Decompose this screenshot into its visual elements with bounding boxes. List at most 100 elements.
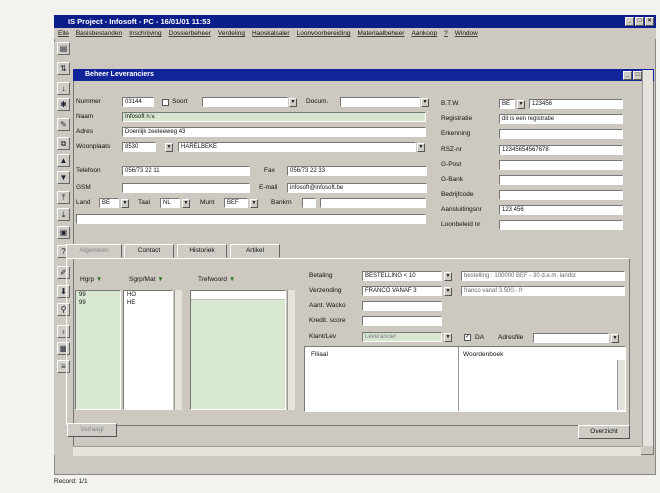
maximize-icon[interactable]: □ (635, 17, 644, 26)
munt-field[interactable]: BEF (224, 198, 248, 208)
aansluiting-field[interactable]: 123 456 (499, 205, 623, 215)
land-dropdown-icon[interactable]: ▼ (121, 199, 129, 208)
vertical-scrollbar[interactable] (642, 70, 653, 446)
arrow-down-icon[interactable]: ▼ (57, 171, 70, 184)
fax-field[interactable]: 056/73 22 33 (287, 166, 427, 176)
menu-item-haoskalsaler[interactable]: Haoskalsaler (252, 28, 290, 39)
munt-dropdown-icon[interactable]: ▼ (250, 199, 258, 208)
btw-field[interactable]: 123456 (529, 99, 623, 109)
btw-dropdown-icon[interactable]: ▼ (517, 100, 525, 109)
klantlev-field[interactable]: Leverancier (362, 332, 442, 342)
sort-asc-icon[interactable]: ↓ (57, 82, 70, 95)
loonbeleid-field[interactable] (499, 220, 623, 230)
tab-historiek[interactable]: Historiek (177, 244, 227, 258)
tab-algemeen[interactable]: Algemeen (66, 244, 122, 258)
table-row[interactable] (191, 291, 285, 300)
menu-bar: Elle Basisbestanden Inschrijving Dossier… (54, 28, 656, 39)
trefwoord-list[interactable] (190, 290, 286, 410)
last-record-icon[interactable]: ⤓ (57, 208, 70, 221)
arrow-up-icon[interactable]: ▲ (57, 154, 70, 167)
taal-dropdown-icon[interactable]: ▼ (182, 199, 190, 208)
menu-item-dossierbeheer[interactable]: Dossierbeheer (169, 28, 211, 39)
menu-item-materiaalbeheer[interactable]: Materiaalbeheer (357, 28, 404, 39)
taal-field[interactable]: NL (160, 198, 180, 208)
hgrp-list[interactable]: 99 99 (75, 290, 121, 410)
adresfile-dropdown-icon[interactable]: ▼ (611, 334, 619, 343)
menu-item-file[interactable]: Elle (58, 28, 69, 39)
tab-contact[interactable]: Contact (124, 244, 174, 258)
docum-dropdown-icon[interactable]: ▼ (421, 98, 429, 107)
copy-icon[interactable]: ⧉ (57, 137, 70, 150)
soort-field[interactable] (202, 97, 288, 107)
gpost-field[interactable] (499, 160, 623, 170)
menu-item-verdeling[interactable]: Verdeling (218, 28, 245, 39)
verzending-field[interactable]: FRANCO VANAF 3 (362, 286, 442, 296)
erkenning-field[interactable] (499, 129, 623, 139)
sgrp-scrollbar[interactable] (174, 290, 182, 410)
klantlev-dropdown-icon[interactable]: ▼ (444, 333, 452, 342)
telefoon-field[interactable]: 056/73 22 11 (122, 166, 250, 176)
menu-item-help[interactable]: ? (444, 28, 448, 39)
table-row[interactable]: HE (124, 299, 172, 307)
postcode-dropdown-icon[interactable]: ▼ (165, 143, 173, 152)
minimize-icon[interactable]: _ (625, 17, 634, 26)
betaling-field[interactable]: BESTELLING < 10 (362, 271, 442, 281)
nummer-field[interactable]: 03144 (122, 97, 154, 107)
registratie-field[interactable]: dit is een registratie (499, 114, 623, 124)
gemeente-dropdown-icon[interactable]: ▼ (417, 143, 425, 152)
da-checkbox[interactable]: ✓ (464, 334, 471, 341)
first-record-icon[interactable]: ⤒ (57, 191, 70, 204)
menu-item-loonvoorbereiding[interactable]: Loonvoorbereiding (297, 28, 351, 39)
close-icon[interactable]: × (645, 17, 654, 26)
table-row[interactable]: 99 (76, 291, 120, 299)
fax-label: Fax (264, 167, 275, 174)
naam-field[interactable]: Infosoft n.v. (122, 112, 426, 122)
sgrp-list[interactable]: HO HE (123, 290, 173, 410)
menu-item-inschrijving[interactable]: Inschrijving (129, 28, 162, 39)
gemeente-field[interactable]: HARELBEKE (178, 142, 416, 152)
tab-artikel[interactable]: Artikel (230, 244, 280, 258)
adres-field[interactable]: Doenlijk zeeteeweg 43 (122, 127, 426, 137)
status-text: Record: 1/1 (54, 478, 88, 485)
betaling-dropdown-icon[interactable]: ▼ (444, 272, 452, 281)
kredit-field[interactable] (362, 316, 442, 326)
verlaagl-button[interactable]: Verlaagl (67, 423, 117, 437)
postcode-field[interactable]: 8530 (122, 142, 156, 152)
land-field[interactable]: BE (99, 198, 119, 208)
bankrn-number-field[interactable] (320, 198, 426, 208)
col-hgrp-header[interactable]: Hgrp ▼ (80, 276, 102, 283)
bedrijfcode-field[interactable] (499, 190, 623, 200)
overzicht-button[interactable]: Overzicht (578, 425, 630, 439)
menu-item-aankoop[interactable]: Aankoop (411, 28, 437, 39)
col-trefwoord-header[interactable]: Trefwoord ▼ (198, 276, 235, 283)
menu-item-basisbestanden[interactable]: Basisbestanden (76, 28, 122, 39)
soort-checkbox[interactable] (162, 99, 169, 106)
trefwoord-scrollbar[interactable] (287, 290, 295, 410)
child-minimize-icon[interactable]: _ (623, 71, 632, 80)
gsm-field[interactable] (122, 183, 250, 193)
extra-field[interactable] (76, 214, 426, 224)
email-field[interactable]: infosoft@infosoft.be (287, 183, 427, 193)
open-icon[interactable]: ▤ (57, 42, 70, 55)
docum-field[interactable] (340, 97, 420, 107)
print-icon[interactable]: ▣ (57, 226, 70, 239)
child-maximize-icon[interactable]: □ (633, 71, 642, 80)
erkenning-label: Erkenning (441, 130, 471, 137)
sort-icon[interactable]: ⇅ (57, 62, 70, 75)
col-sgrp-header[interactable]: Sgrp/Mat ▼ (129, 276, 164, 283)
bankrn-field[interactable] (302, 198, 316, 208)
horizontal-scrollbar[interactable] (73, 446, 641, 456)
btw-country-field[interactable]: BE (499, 99, 515, 109)
rsz-field[interactable]: 12345654567678 (499, 145, 623, 155)
aant-wacko-field[interactable] (362, 301, 442, 311)
soort-dropdown-icon[interactable]: ▼ (289, 98, 297, 107)
table-row[interactable]: HO (124, 291, 172, 299)
verzending-dropdown-icon[interactable]: ▼ (444, 287, 452, 296)
filiaal-scrollbar[interactable] (617, 360, 625, 410)
gbank-field[interactable] (499, 175, 623, 185)
filter-icon[interactable]: ✱ (57, 98, 70, 111)
adresfile-field[interactable] (533, 333, 609, 343)
tools-icon[interactable]: ✎ (57, 118, 70, 131)
table-row[interactable]: 99 (76, 299, 120, 307)
menu-item-window[interactable]: Window (455, 28, 478, 39)
